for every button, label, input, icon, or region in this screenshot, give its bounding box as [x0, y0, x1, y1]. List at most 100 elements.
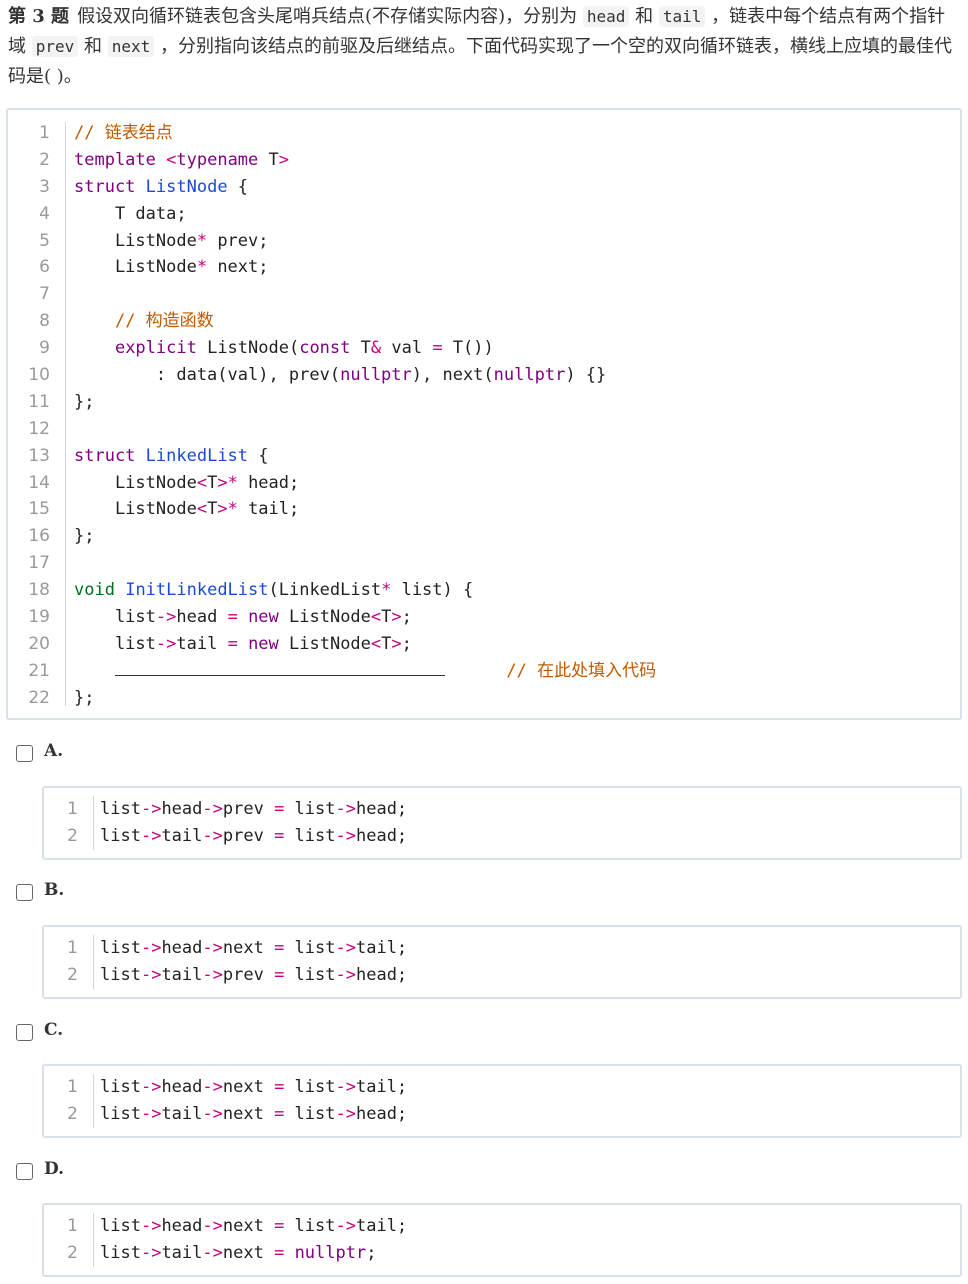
line-number: 20 — [28, 633, 50, 654]
code-line: 1 list->head->prev = list->head; — [44, 796, 960, 823]
code-line: 2 list->tail->prev = list->head; — [44, 962, 960, 989]
option-c-code: 1 list->head->next = list->tail; 2 list->ta… — [42, 1064, 962, 1138]
code-line: 2 template <typename T> — [8, 147, 960, 174]
code-text: }; — [74, 391, 95, 412]
line-number: 11 — [28, 391, 50, 412]
line-number: 2 — [67, 1103, 78, 1124]
code-text: ListNode* next; — [74, 257, 269, 278]
option-c-label: C. — [44, 1020, 64, 1040]
option-b-code: 1 list->head->next = list->tail; 2 list->ta… — [42, 925, 962, 999]
line-number: 1 — [67, 799, 78, 819]
line-number: 1 — [67, 1216, 78, 1236]
line-number: 1 — [39, 123, 50, 143]
line-number: 14 — [28, 472, 50, 493]
code-text: ListNode* prev; — [74, 230, 269, 251]
code-line: 15 ListNode<T>* tail; — [8, 496, 960, 523]
code-line: 1 list->head->next = list->tail; — [44, 1074, 960, 1101]
question-text-part: 和 — [629, 6, 659, 27]
code-text: ListNode<T>* head; — [74, 472, 300, 493]
question-number: 第 3 题 — [8, 6, 70, 27]
code-text: explicit ListNode(const T& val = T()) — [114, 338, 494, 359]
inline-code-next: next — [107, 36, 155, 57]
code-line: 18 void InitLinkedList(LinkedList* list) … — [8, 577, 960, 604]
line-number: 2 — [39, 149, 50, 170]
line-number: 2 — [67, 825, 78, 846]
code-line: 22}; — [8, 685, 960, 712]
code-text: list->tail->prev = list->head; — [100, 825, 408, 846]
option-b-label: B. — [44, 880, 65, 900]
option-b-checkbox[interactable] — [16, 884, 33, 901]
fill-in-blank — [114, 659, 445, 676]
code-text: void InitLinkedList(LinkedList* list) { — [74, 580, 474, 601]
code-line: 3 struct ListNode { — [8, 174, 960, 201]
code-text: list->tail = new ListNode<T>; — [74, 633, 412, 654]
code-line: 13 struct LinkedList { — [8, 443, 960, 470]
line-number: 1 — [67, 1077, 78, 1097]
option-d-checkbox[interactable] — [16, 1163, 33, 1180]
code-text: // 构造函数 — [114, 311, 214, 332]
code-text: : data(val), prev(nullptr), next(nullptr… — [74, 365, 607, 386]
inline-code-head: head — [582, 6, 630, 27]
code-text: }; — [74, 687, 95, 708]
code-text: template <typename T> — [74, 149, 290, 170]
line-number: 9 — [39, 338, 50, 359]
code-line: 14 ListNode<T>* head; — [8, 470, 960, 497]
line-number: 18 — [28, 580, 50, 601]
code-text: struct ListNode { — [74, 176, 249, 197]
code-line: 1 list->head->next = list->tail; — [44, 1213, 960, 1240]
option-c-checkbox[interactable] — [16, 1024, 33, 1041]
option-d-code: 1 list->head->next = list->tail; 2 list->ta… — [42, 1203, 962, 1277]
line-number: 8 — [39, 311, 50, 332]
code-line: 8 // 构造函数 — [8, 308, 960, 335]
code-line: 19 list->head = new ListNode<T>; — [8, 604, 960, 631]
line-number: 6 — [39, 257, 50, 278]
option-a-checkbox[interactable] — [16, 745, 33, 762]
code-line: 7 — [8, 281, 960, 308]
line-number: 22 — [28, 687, 50, 708]
code-text: }; — [74, 526, 95, 547]
code-line: 2 list->tail->prev = list->head; — [44, 823, 960, 850]
line-number: 2 — [67, 964, 78, 985]
line-number: 19 — [28, 607, 50, 628]
line-number: 17 — [28, 553, 50, 574]
line-number: 5 — [39, 230, 50, 251]
question-text: 第 3 题假设双向循环链表包含头尾哨兵结点(不存储实际内容)，分别为 head … — [8, 2, 960, 92]
line-number: 13 — [28, 445, 50, 466]
code-text: list->head->next = list->tail; — [100, 1216, 408, 1236]
code-line: 1 list->head->next = list->tail; — [44, 935, 960, 962]
question-text-part: 和 — [78, 36, 108, 57]
line-number: 3 — [39, 176, 50, 197]
option-d-label: D. — [44, 1159, 65, 1179]
code-line: 11}; — [8, 389, 960, 416]
inline-code-tail: tail — [658, 6, 706, 27]
inline-code-prev: prev — [31, 36, 79, 57]
code-line: 9 explicit ListNode(const T& val = T()) — [8, 335, 960, 362]
line-number: 1 — [67, 938, 78, 958]
code-text: // 链表结点 — [74, 123, 173, 143]
line-number: 7 — [39, 284, 50, 305]
code-text: T data; — [74, 203, 187, 224]
code-line: 16}; — [8, 523, 960, 550]
code-line: 5 ListNode* prev; — [8, 228, 960, 255]
code-line: 2 list->tail->next = list->head; — [44, 1101, 960, 1128]
option-a-label: A. — [44, 741, 64, 761]
code-line: 1 // 链表结点 — [8, 120, 960, 147]
line-number: 4 — [39, 203, 50, 224]
code-text: list->head = new ListNode<T>; — [74, 607, 412, 628]
code-line: 10 : data(val), prev(nullptr), next(null… — [8, 362, 960, 389]
code-line: 4 T data; — [8, 201, 960, 228]
code-line: 2 list->tail->next = nullptr; — [44, 1240, 960, 1267]
line-number: 2 — [67, 1242, 78, 1263]
code-text: list->head->prev = list->head; — [100, 799, 408, 819]
code-line: 20 list->tail = new ListNode<T>; — [8, 631, 960, 658]
line-number: 12 — [28, 418, 50, 439]
code-text: list->head->next = list->tail; — [100, 1077, 408, 1097]
code-line: 21 // 在此处填入代码 — [8, 658, 960, 685]
question-text-part: 假设双向循环链表包含头尾哨兵结点(不存储实际内容)，分别为 — [77, 6, 583, 27]
code-line: 12 — [8, 416, 960, 443]
main-code-block: 1 // 链表结点 2 template <typename T> 3 struct Li… — [6, 108, 962, 720]
line-number: 10 — [28, 365, 50, 386]
line-number: 21 — [28, 660, 50, 681]
code-line: 6 ListNode* next; — [8, 254, 960, 281]
blank-comment: // 在此处填入代码 — [506, 660, 657, 681]
